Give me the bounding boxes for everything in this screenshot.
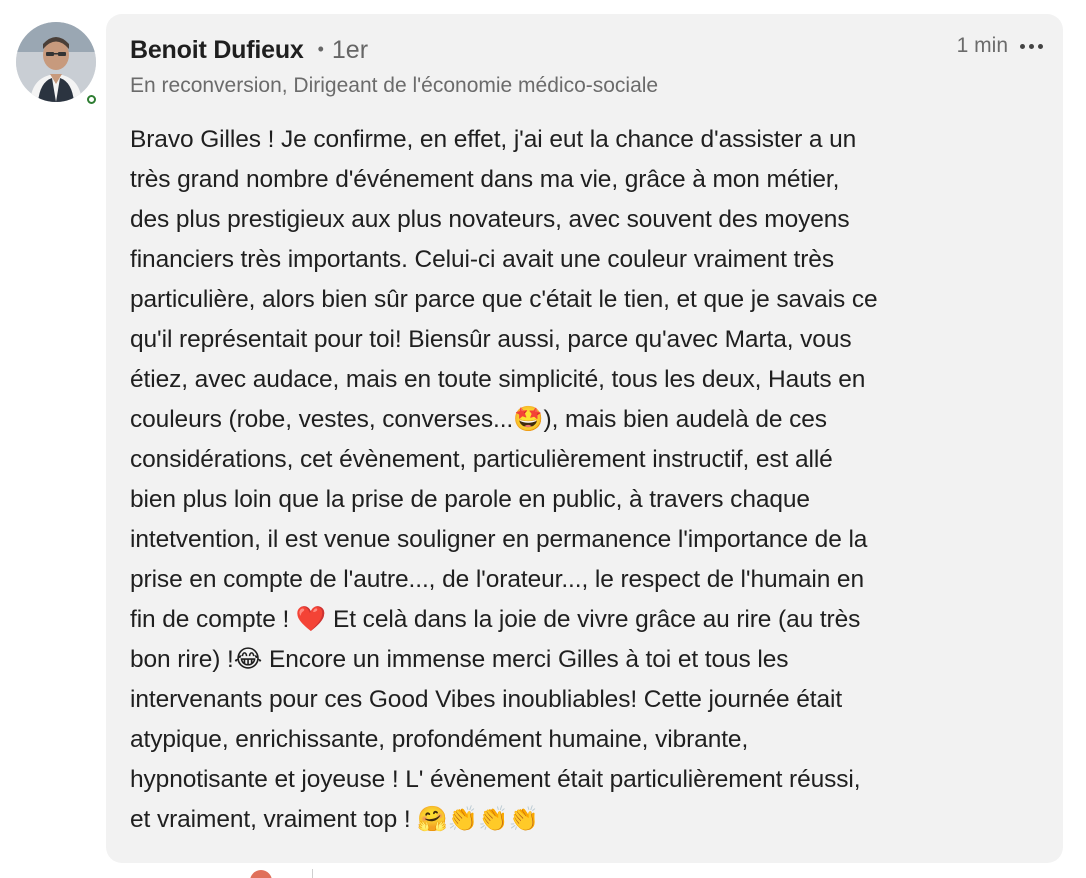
- comment-text: Bravo Gilles ! Je confirme, en effet, j'…: [130, 126, 878, 833]
- degree-label: 1er: [331, 36, 369, 64]
- ellipsis-dot-icon: [1020, 43, 1025, 49]
- reaction-icon[interactable]: [250, 870, 272, 878]
- online-status-indicator: [84, 92, 98, 106]
- presence-dot-icon: [86, 94, 96, 104]
- separator-dot-icon: •: [317, 39, 324, 59]
- more-options-button[interactable]: [1018, 40, 1045, 53]
- comment-timestamp: 1 min: [956, 34, 1008, 57]
- ellipsis-dot-icon: [1029, 43, 1034, 49]
- author-avatar[interactable]: [16, 22, 98, 106]
- footer-divider: [312, 869, 313, 878]
- author-row: Benoit Dufieux • 1er: [130, 36, 368, 65]
- profile-photo-icon: [16, 22, 96, 102]
- comment-page: Benoit Dufieux • 1er En reconversion, Dir…: [0, 0, 1086, 878]
- connection-degree: • 1er: [318, 36, 368, 65]
- comment-bubble: Benoit Dufieux • 1er En reconversion, Dir…: [106, 14, 1063, 863]
- author-name[interactable]: Benoit Dufieux: [130, 36, 304, 65]
- avatar[interactable]: [16, 22, 96, 102]
- author-headline: En reconversion, Dirigeant de l'économie…: [130, 74, 659, 97]
- ellipsis-dot-icon: [1038, 43, 1043, 49]
- comment-meta: 1 min: [957, 34, 1045, 58]
